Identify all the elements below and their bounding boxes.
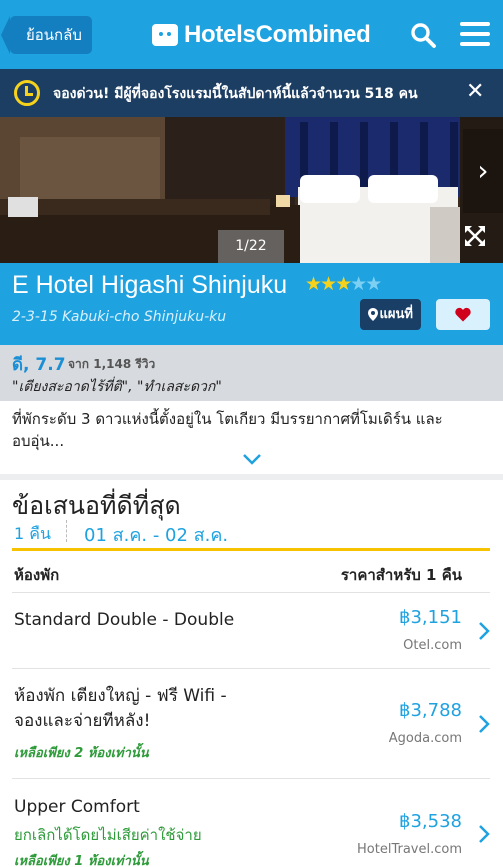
heart-icon: [455, 307, 471, 322]
room-price[interactable]: ฿3,538: [399, 811, 462, 832]
search-icon[interactable]: [410, 22, 436, 48]
chevron-right-icon[interactable]: [478, 824, 490, 844]
section-divider: [0, 474, 503, 480]
close-icon[interactable]: ✕: [466, 79, 484, 104]
divider: [12, 548, 490, 551]
hotel-address: 2-3-15 Kabuki-cho Shinjuku-ku: [12, 309, 227, 325]
date-range[interactable]: 01 ส.ค. - 02 ส.ค.: [84, 520, 228, 549]
availability-note: เหลือเพียง 1 ห้องเท่านั้น: [14, 854, 149, 867]
room-price[interactable]: ฿3,788: [399, 700, 462, 721]
photo-next-button[interactable]: ›: [463, 129, 503, 213]
logo-icon: [152, 24, 178, 46]
favorite-button[interactable]: [436, 299, 490, 330]
nights-count[interactable]: 1 คืน: [14, 522, 51, 547]
hotel-name: E Hotel Higashi Shinjuku: [12, 271, 288, 299]
column-header-price: ราคาสำหรับ 1 คืน: [340, 566, 462, 584]
review-count: จาก 1,148 รีวิว: [68, 357, 156, 371]
hotel-title-block: E Hotel Higashi Shinjuku ★★★★★ 2-3-15 Ka…: [0, 263, 503, 345]
room-price[interactable]: ฿3,151: [399, 607, 462, 628]
logo-text: HotelsCombined: [184, 21, 371, 48]
map-button[interactable]: แผนที่: [360, 299, 421, 330]
expand-icon[interactable]: [463, 224, 487, 248]
divider: [66, 520, 67, 542]
free-cancellation-note: ยกเลิกได้โดยไม่เสียค่าใช้จ่าย: [14, 826, 202, 844]
clock-icon: [14, 80, 40, 106]
chevron-right-icon[interactable]: [478, 714, 490, 734]
room-name[interactable]: ห้องพัก เตียงใหญ่ - ฟรี Wifi - จองและจ่า…: [14, 684, 254, 734]
chevron-down-icon[interactable]: [242, 452, 262, 466]
room-name[interactable]: Upper Comfort: [14, 795, 254, 820]
back-button[interactable]: ย้อนกลับ: [1, 16, 92, 54]
star-rating: ★★★★★: [305, 273, 382, 295]
chevron-right-icon[interactable]: [478, 621, 490, 641]
top-bar: ย้อนกลับ HotelsCombined: [0, 0, 503, 69]
column-header-room: ห้องพัก: [14, 566, 60, 584]
urgency-text: จองด่วน! มีผู้ที่จองโรงแรมนี้ในสัปดาห์นี…: [53, 86, 418, 102]
review-quotes: "เตียงสะอาดไร้ที่ติ", "ทำเลสะดวก": [12, 379, 222, 395]
room-provider: HotelTravel.com: [357, 842, 462, 857]
star-icon: ★: [305, 273, 322, 295]
room-provider: Agoda.com: [388, 731, 462, 746]
star-icon: ★: [365, 273, 382, 295]
room-name[interactable]: Standard Double - Double: [14, 608, 254, 633]
star-icon: ★: [335, 273, 352, 295]
review-summary[interactable]: ดี, 7.7 จาก 1,148 รีวิว "เตียงสะอาดไร้ที…: [0, 345, 503, 401]
photo-counter: 1/22: [218, 230, 284, 263]
hotel-description: ที่พักระดับ 3 ดาวแห่งนี้ตั้งอยู่ใน โตเกี…: [12, 410, 443, 450]
logo[interactable]: HotelsCombined: [152, 19, 371, 51]
review-score: ดี, 7.7: [12, 355, 66, 375]
menu-icon[interactable]: [460, 22, 490, 46]
room-provider: Otel.com: [403, 638, 462, 653]
pin-icon: [368, 308, 378, 321]
divider: [12, 668, 490, 669]
map-label: แผนที่: [379, 307, 413, 322]
star-icon: ★: [350, 273, 367, 295]
availability-note: เหลือเพียง 2 ห้องเท่านั้น: [14, 746, 149, 761]
hotel-photo[interactable]: › 1/22: [0, 117, 503, 263]
divider: [12, 592, 490, 593]
star-icon: ★: [320, 273, 337, 295]
urgency-banner: จองด่วน! มีผู้ที่จองโรงแรมนี้ในสัปดาห์นี…: [0, 69, 503, 117]
divider: [12, 778, 490, 779]
